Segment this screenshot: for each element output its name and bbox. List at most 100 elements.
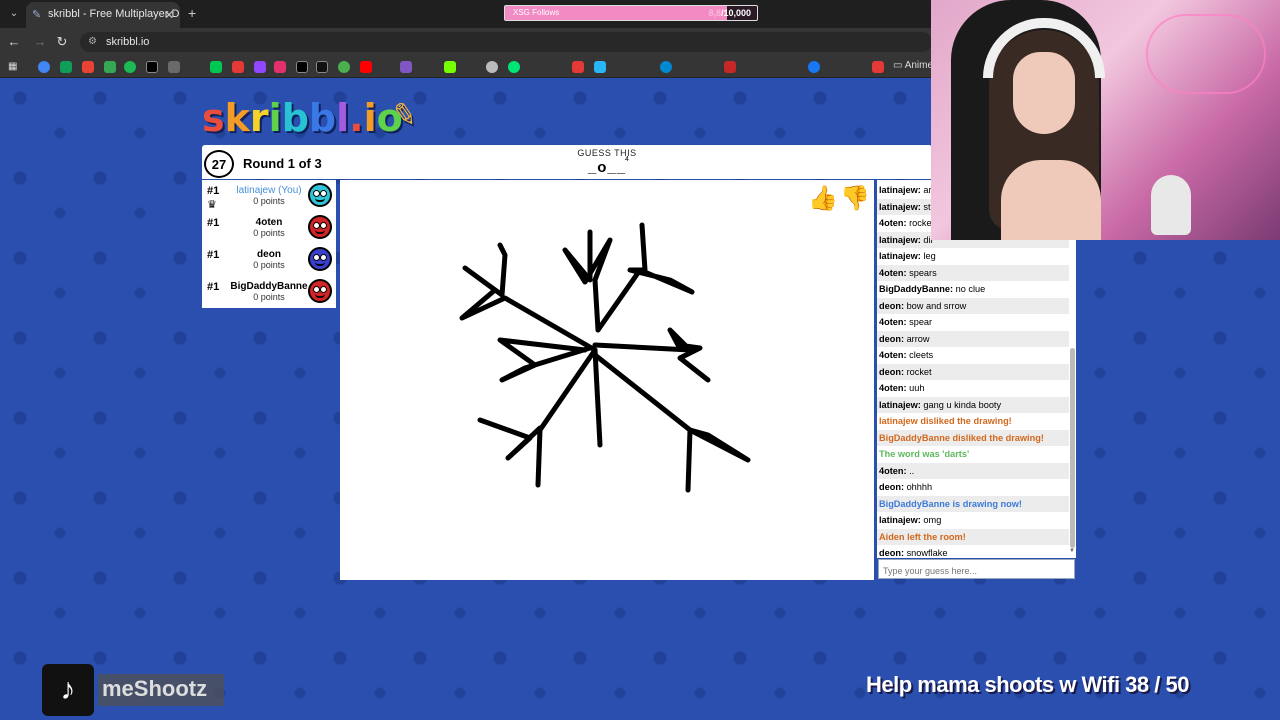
chat-username: 4oten:	[879, 383, 907, 393]
dislike-thumb-icon[interactable]: 👎	[840, 184, 870, 214]
player-list: #1 ♛ latinajew (You) 0 points #1 4oten 0 point…	[202, 180, 336, 308]
site-info-icon[interactable]: ⚙	[88, 36, 97, 47]
chat-text: uuh	[906, 383, 925, 393]
chat-scrollbar[interactable]	[1070, 348, 1075, 548]
microphone	[1151, 175, 1191, 235]
player-avatar-icon	[306, 213, 334, 243]
bookmark-icon[interactable]	[508, 61, 520, 73]
bookmark-icon[interactable]	[594, 61, 606, 73]
bookmark-icon[interactable]	[872, 61, 884, 73]
tab-search-icon[interactable]: ⌄	[6, 6, 22, 22]
chat-text: rocket	[904, 366, 932, 377]
scroll-down-icon[interactable]: ▼	[1069, 548, 1075, 554]
chat-message: The word was 'darts'	[877, 446, 1069, 463]
bookmark-icon[interactable]	[338, 61, 350, 73]
bookmark-icon[interactable]	[104, 61, 116, 73]
bookmark-youtube-icon[interactable]	[360, 61, 372, 73]
player-points: 0 points	[253, 196, 285, 206]
bookmark-folder-anime[interactable]: ▭ Anime	[893, 60, 933, 71]
browser-tab[interactable]: ✎ skribbl - Free Multiplayer Draw ✕	[26, 2, 180, 28]
bookmark-icon[interactable]	[232, 61, 244, 73]
player-row[interactable]: #1 4oten 0 points	[202, 212, 336, 244]
chat-username: 4oten:	[879, 465, 907, 476]
bookmark-x-icon[interactable]	[296, 61, 308, 73]
chat-username: latinajew:	[879, 201, 921, 212]
follows-goal-bar: XSG Follows 8,8/10,000	[504, 5, 758, 21]
logo-letter: i	[268, 96, 282, 140]
chat-username: latinajew:	[879, 185, 921, 195]
bookmark-icon[interactable]	[210, 61, 222, 73]
chat-text: no clue	[953, 284, 986, 294]
chat-text: ohhhh	[904, 482, 933, 492]
bookmark-spotify-icon[interactable]	[124, 61, 136, 73]
bookmark-icon[interactable]	[486, 61, 498, 73]
chat-text: omg	[920, 515, 942, 525]
tab-title: skribbl - Free Multiplayer Draw	[48, 8, 180, 20]
guess-input[interactable]	[878, 559, 1075, 579]
bookmark-icon[interactable]	[400, 61, 412, 73]
guess-this-label: GUESS THIS	[577, 148, 637, 158]
tab-close-icon[interactable]: ✕	[164, 8, 174, 22]
bookmark-tiktok-icon[interactable]	[316, 61, 328, 73]
chat-username: deon:	[879, 548, 905, 558]
chat-text: spear	[906, 317, 933, 327]
bookmark-icon[interactable]	[168, 61, 180, 73]
chat-message: Aiden left the room!	[877, 528, 1069, 545]
bookmark-icon[interactable]	[724, 61, 736, 73]
snowflake-drawing	[459, 222, 751, 493]
chat-text: spears	[906, 267, 937, 278]
new-tab-icon[interactable]: +	[188, 5, 196, 21]
bookmark-google-icon[interactable]	[38, 61, 50, 73]
skribbl-favicon-icon: ✎	[32, 9, 42, 21]
bookmark-gmail-icon[interactable]	[82, 61, 94, 73]
player-avatar-icon	[306, 181, 334, 211]
streamer-body	[1001, 160, 1101, 240]
player-row[interactable]: #1 BigDaddyBanne 0 points	[202, 276, 336, 308]
player-rank: #1	[207, 281, 220, 293]
forward-icon[interactable]: →	[32, 34, 48, 49]
bookmark-instagram-icon[interactable]	[274, 61, 286, 73]
logo-letter: l	[336, 96, 350, 140]
url-text: skribbl.io	[106, 36, 150, 48]
chat-text: cleets	[906, 350, 934, 360]
webcam-overlay	[931, 0, 1280, 240]
chat-username: latinajew:	[879, 399, 921, 410]
chat-username: deon:	[879, 333, 905, 344]
chat-message: 4oten: spear	[877, 314, 1069, 331]
chat-message: BigDaddyBanne: no clue	[877, 281, 1069, 298]
bookmark-icon[interactable]	[572, 61, 584, 73]
player-row[interactable]: #1 ♛ latinajew (You) 0 points	[202, 180, 336, 212]
url-field[interactable]: ⚙ skribbl.io	[80, 32, 932, 52]
follows-label: XSG Follows	[513, 8, 560, 17]
chat-message: 4oten: uuh	[877, 380, 1069, 397]
reload-icon[interactable]: ↻	[54, 34, 70, 50]
drawing-canvas[interactable]: 👍 👎	[340, 180, 874, 580]
logo-letter: b	[308, 96, 337, 140]
bookmark-twitch-icon[interactable]	[254, 61, 266, 73]
bookmark-drive-icon[interactable]	[60, 61, 72, 73]
timer-clock-icon: 27	[202, 146, 236, 178]
chat-text: gang u kinda booty	[920, 399, 1002, 410]
chat-message: latinajew: omg	[877, 512, 1069, 529]
like-thumb-icon[interactable]: 👍	[808, 184, 838, 214]
player-rank: #1	[207, 185, 220, 197]
chat-message: deon: bow and srrow	[877, 297, 1069, 314]
player-rank: #1	[207, 249, 220, 261]
bookmark-icon[interactable]	[660, 61, 672, 73]
chat-message: 4oten: ..	[877, 462, 1069, 479]
player-name: deon	[257, 249, 281, 260]
player-points: 0 points	[253, 260, 285, 270]
tiktok-handle: meShootz	[98, 674, 224, 706]
crown-icon: ♛	[207, 199, 217, 211]
chat-message: deon: snowflake	[877, 545, 1069, 558]
apps-icon[interactable]: ▦	[8, 61, 20, 73]
chat-text: st	[920, 201, 931, 212]
player-avatar-icon	[306, 277, 334, 307]
back-icon[interactable]: ←	[6, 34, 22, 49]
bookmark-icon[interactable]	[444, 61, 456, 73]
bookmark-facebook-icon[interactable]	[808, 61, 820, 73]
logo-letter: s	[202, 96, 225, 140]
player-row[interactable]: #1 deon 0 points	[202, 244, 336, 276]
bookmark-x-icon[interactable]	[146, 61, 158, 73]
chat-text: ..	[906, 465, 915, 476]
